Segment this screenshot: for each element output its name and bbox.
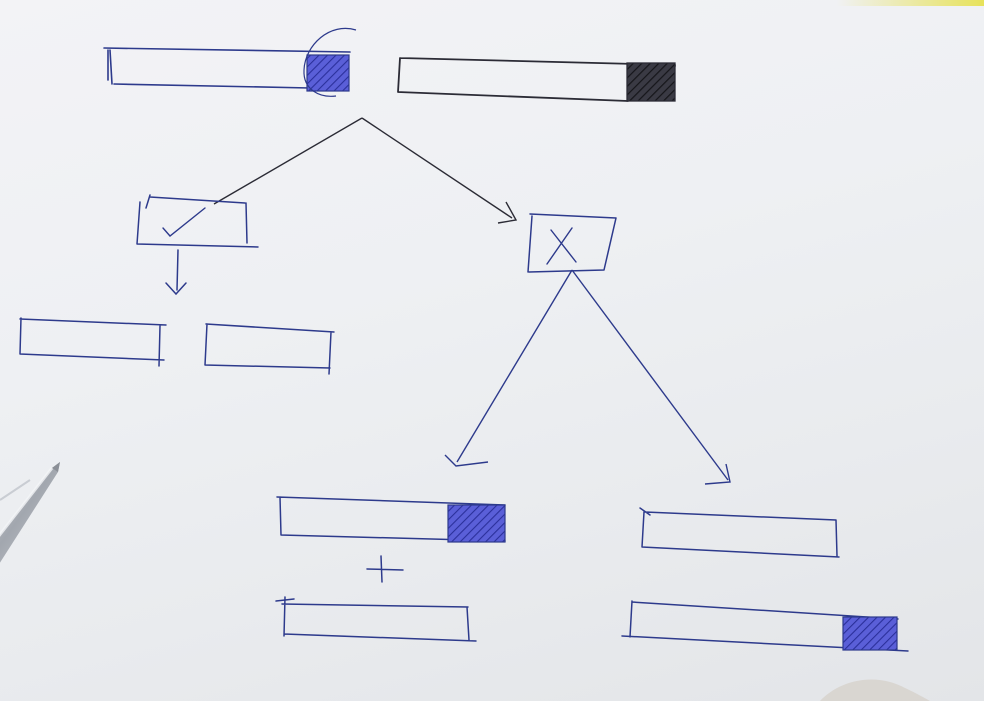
top-left-bar [103,27,357,97]
check-box [136,194,259,248]
cross-left-result-bottom-bar [275,596,477,642]
fork-arrow-right [361,117,513,219]
fork-line-left [213,117,363,205]
cross-left-result-top-hatch [447,504,506,543]
cross-arrow-right [571,269,729,481]
fork-arrow-right-head [497,201,518,224]
pen-tip-icon [0,462,60,563]
cross-arrow-left [456,269,573,463]
cross-right-result-bottom-hatch [842,616,898,651]
top-right-bar-hatch [626,62,676,102]
check-result-right-bar [204,323,335,375]
check-result-left-bar [19,317,167,367]
cross-right-result-top-bar [639,507,840,558]
check-down-arrow [165,249,187,296]
top-right-bar [397,57,676,102]
checkmark-icon [162,207,206,237]
cross-left-result-top-bar [276,496,506,543]
diagram-canvas [0,27,930,701]
plus-sign [366,555,404,583]
top-left-bar-hatch [306,54,350,92]
cross-box [527,213,617,273]
cross-icon [546,227,577,265]
whiteboard-sketch [0,0,984,701]
hand-shadow [820,679,930,701]
cross-arrow-left-head [444,454,489,467]
cross-right-result-bottom-bar [621,600,909,652]
